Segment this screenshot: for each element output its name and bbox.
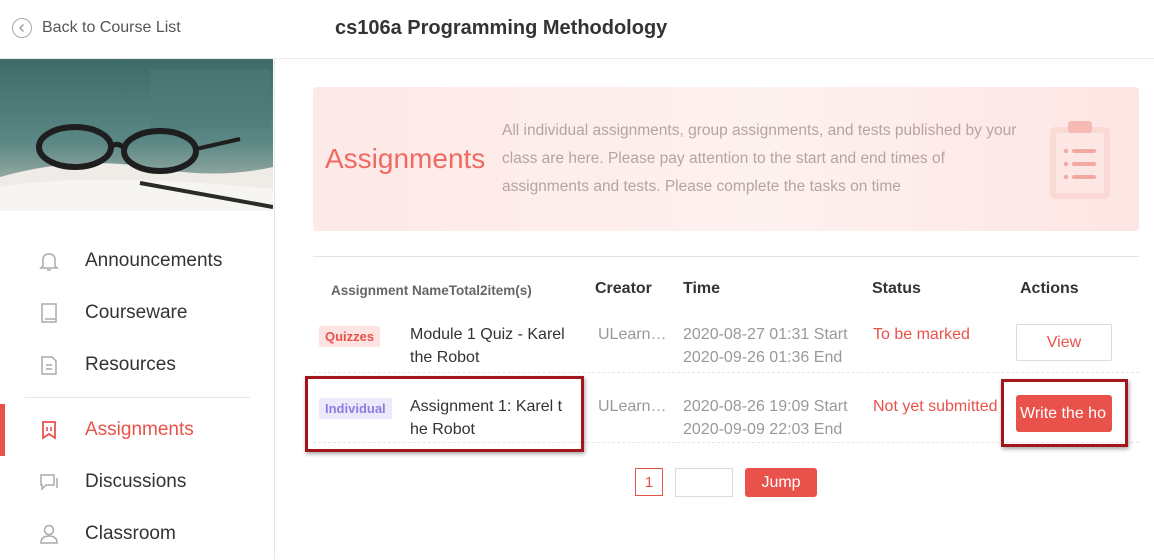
jump-button[interactable]: Jump xyxy=(745,468,817,497)
sidebar-item-discussions[interactable]: Discussions xyxy=(0,456,275,508)
column-header-creator: Creator xyxy=(595,280,652,297)
sidebar-item-assignments[interactable]: Assignments xyxy=(0,404,275,456)
column-header-time: Time xyxy=(683,280,721,297)
chevron-left-icon xyxy=(12,18,32,38)
status-text: To be marked xyxy=(873,326,970,343)
column-header-name: Assignment NameTotal2item(s) xyxy=(331,283,532,298)
nav-divider xyxy=(25,397,250,398)
assignments-intro-banner: Assignments All individual assignments, … xyxy=(313,87,1139,231)
intro-title: Assignments xyxy=(325,143,486,174)
sidebar-item-label: Announcements xyxy=(85,250,223,271)
back-link-label: Back to Course List xyxy=(42,19,181,36)
assignment-name: Module 1 Quiz - Karel the Robot xyxy=(410,326,565,366)
book-icon xyxy=(38,302,60,324)
column-header-actions: Actions xyxy=(1020,280,1079,297)
sidebar-item-label: Discussions xyxy=(85,471,187,492)
page-number-current[interactable]: 1 xyxy=(635,468,663,496)
highlight-box-assignment xyxy=(305,376,584,452)
course-banner-image xyxy=(0,59,273,211)
sidebar-item-announcements[interactable]: Announcements xyxy=(0,235,275,287)
creator: ULearn… xyxy=(598,398,667,415)
clipboard-icon xyxy=(1048,119,1112,204)
intro-description: All individual assignments, group assign… xyxy=(502,122,1017,195)
page-jump-input[interactable] xyxy=(675,468,733,497)
bell-icon xyxy=(38,250,60,272)
creator: ULearn… xyxy=(598,326,667,343)
sidebar-item-classroom[interactable]: Classroom xyxy=(0,508,275,560)
status-text: Not yet submitted xyxy=(873,398,998,415)
sidebar-item-label: Assignments xyxy=(85,419,194,440)
highlight-box-action xyxy=(1001,379,1128,447)
type-badge: Quizzes xyxy=(319,326,381,347)
view-button[interactable]: View xyxy=(1016,324,1112,361)
table-row: Quizzes Module 1 Quiz - Karel the Robot … xyxy=(313,313,1139,373)
divider xyxy=(313,256,1139,257)
person-icon xyxy=(38,523,60,545)
sidebar: Announcements Courseware Resources Assig… xyxy=(0,59,275,559)
main-content: Assignments All individual assignments, … xyxy=(275,59,1154,559)
sidebar-item-label: Classroom xyxy=(85,523,176,544)
end-time: 2020-09-26 01:36 End xyxy=(683,349,843,366)
sidebar-item-courseware[interactable]: Courseware xyxy=(0,287,275,339)
start-time: 2020-08-27 01:31 Start xyxy=(683,326,848,343)
bookmark-icon xyxy=(38,419,60,441)
sidebar-item-label: Resources xyxy=(85,354,176,375)
start-time: 2020-08-26 19:09 Start xyxy=(683,398,848,415)
sidebar-item-label: Courseware xyxy=(85,302,188,323)
course-title: cs106a Programming Methodology xyxy=(335,17,668,39)
column-header-status: Status xyxy=(872,280,921,297)
end-time: 2020-09-09 22:03 End xyxy=(683,421,843,438)
folder-icon xyxy=(38,354,60,376)
top-bar: Back to Course List cs106a Programming M… xyxy=(0,0,1154,59)
back-to-course-list-link[interactable]: Back to Course List xyxy=(12,18,181,38)
chat-icon xyxy=(38,471,60,493)
sidebar-nav: Announcements Courseware Resources Assig… xyxy=(0,235,275,560)
sidebar-item-resources[interactable]: Resources xyxy=(0,339,275,391)
